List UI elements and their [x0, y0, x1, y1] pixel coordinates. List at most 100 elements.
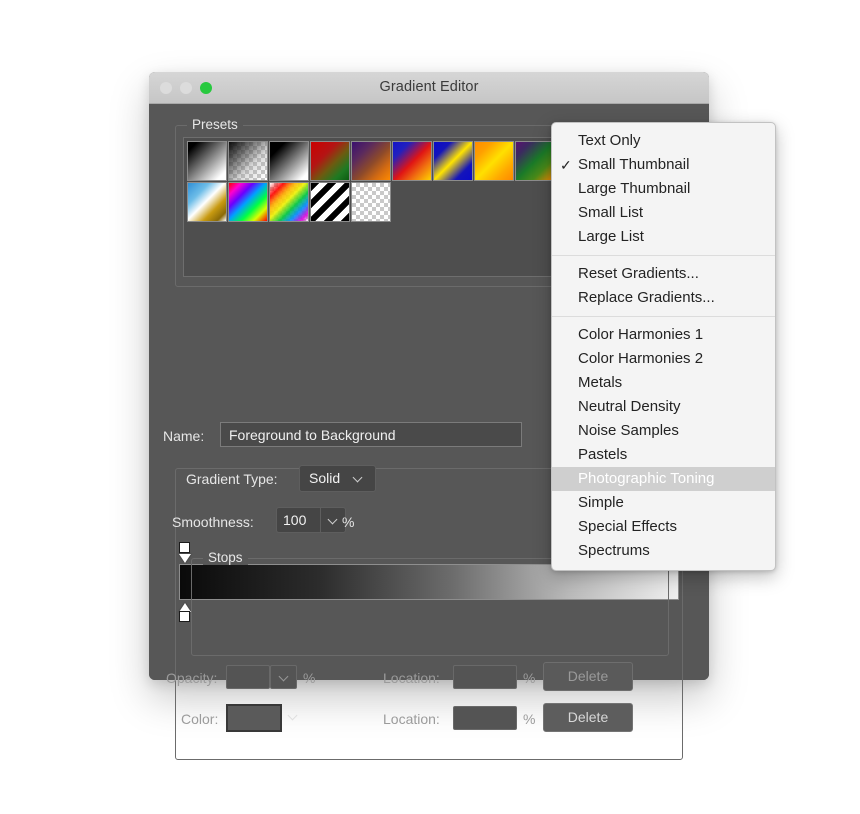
menu-item-label: Special Effects: [578, 518, 677, 535]
opacity-input[interactable]: [226, 665, 270, 689]
menu-item-label: Spectrums: [578, 542, 650, 559]
preset-gradient-fill: [229, 142, 267, 180]
preset-gradient-fill: [516, 142, 554, 180]
stops-group: Stops: [191, 550, 669, 656]
stops-label: Stops: [203, 550, 248, 565]
preset-thumbnail-orange-yellow-orange[interactable]: [474, 141, 514, 181]
preset-gradient-fill: [270, 142, 308, 180]
chevron-down-icon: [280, 673, 289, 682]
opacity-location-unit: %: [523, 670, 536, 686]
menu-item-label: Simple: [578, 494, 624, 511]
opacity-stop-handle: [179, 542, 190, 553]
menu-item-small-thumbnail[interactable]: ✓ Small Thumbnail: [552, 153, 775, 177]
opacity-location-input[interactable]: [453, 665, 517, 689]
presets-label: Presets: [187, 117, 243, 132]
preset-gradient-fill: [270, 183, 308, 221]
preset-gradient-fill: [434, 142, 472, 180]
menu-item-label: Large List: [578, 228, 644, 245]
menu-item-small-list[interactable]: Small List: [552, 201, 775, 225]
preset-thumbnail-black-white[interactable]: [269, 141, 309, 181]
color-stop-handle: [179, 611, 190, 622]
gradient-type-select[interactable]: Solid: [299, 465, 376, 492]
menu-item-photographic-toning[interactable]: Photographic Toning: [552, 467, 775, 491]
preset-gradient-fill: [311, 142, 349, 180]
menu-item-special-effects[interactable]: Special Effects: [552, 515, 775, 539]
menu-item-label: Large Thumbnail: [578, 180, 691, 197]
color-location-unit: %: [523, 711, 536, 727]
menu-item-label: Metals: [578, 374, 623, 391]
menu-item-label: Small List: [578, 204, 644, 221]
preset-gradient-fill: [475, 142, 513, 180]
menu-item-label: Color Harmonies 2: [578, 350, 704, 367]
preset-thumbnail-blue-red-yellow[interactable]: [392, 141, 432, 181]
menu-item-label: Reset Gradients...: [578, 265, 699, 282]
presets-options-menu[interactable]: Text Only ✓ Small Thumbnail Large Thumbnail…: [551, 122, 776, 571]
menu-item-label: Pastels: [578, 446, 628, 463]
preset-gradient-fill: [188, 183, 226, 221]
color-dropdown-chevron[interactable]: [287, 710, 301, 724]
screenshot-root: Gradient Editor Presets Name: Foreground…: [0, 0, 860, 814]
color-swatch[interactable]: [226, 704, 282, 732]
opacity-label: Opacity:: [166, 670, 218, 686]
preset-gradient-fill: [229, 183, 267, 221]
smoothness-unit: %: [342, 514, 355, 530]
menu-item-metals[interactable]: Metals: [552, 371, 775, 395]
menu-separator: [552, 316, 775, 317]
menu-item-label: Replace Gradients...: [578, 289, 715, 306]
preset-thumbnail-violet-orange[interactable]: [351, 141, 391, 181]
menu-item-spectrums[interactable]: Spectrums: [552, 539, 775, 563]
menu-item-text-only[interactable]: Text Only: [552, 129, 775, 153]
opacity-unit: %: [303, 670, 316, 686]
delete-color-stop-button[interactable]: Delete: [543, 703, 633, 732]
name-input[interactable]: [220, 422, 522, 447]
menu-item-replace-gradients[interactable]: Replace Gradients...: [552, 286, 775, 310]
preset-gradient-fill: [188, 142, 226, 180]
menu-item-label: Photographic Toning: [578, 470, 715, 487]
preset-thumbnail-red-green[interactable]: [310, 141, 350, 181]
menu-item-reset-gradients[interactable]: Reset Gradients...: [552, 262, 775, 286]
opacity-stepper[interactable]: [270, 665, 297, 689]
preset-thumbnail-neutral-density[interactable]: [351, 182, 391, 222]
preset-thumbnail-chrome[interactable]: [187, 182, 227, 222]
color-label: Color:: [181, 711, 219, 727]
preset-thumbnail-transparent-stripes[interactable]: [310, 182, 350, 222]
opacity-stop-arrow: [179, 554, 191, 563]
menu-item-large-list[interactable]: Large List: [552, 225, 775, 249]
menu-item-label: Noise Samples: [578, 422, 679, 439]
smoothness-label: Smoothness:: [172, 514, 254, 530]
color-stop-marker[interactable]: [178, 602, 192, 623]
preset-thumbnail-foreground-to-background[interactable]: [187, 141, 227, 181]
menu-item-label: Small Thumbnail: [578, 156, 690, 173]
menu-item-pastels[interactable]: Pastels: [552, 443, 775, 467]
color-location-input[interactable]: [453, 706, 517, 730]
menu-item-color-harmonies-1[interactable]: Color Harmonies 1: [552, 323, 775, 347]
chevron-down-icon: [289, 712, 298, 721]
menu-item-noise-samples[interactable]: Noise Samples: [552, 419, 775, 443]
menu-item-simple[interactable]: Simple: [552, 491, 775, 515]
menu-item-color-harmonies-2[interactable]: Color Harmonies 2: [552, 347, 775, 371]
chevron-down-icon: [329, 516, 338, 525]
preset-thumbnail-transparent-rainbow[interactable]: [269, 182, 309, 222]
chevron-down-icon: [354, 474, 363, 483]
preset-gradient-fill: [311, 183, 349, 221]
opacity-stop-marker[interactable]: [178, 542, 192, 563]
delete-opacity-stop-button[interactable]: Delete: [543, 662, 633, 691]
preset-thumbnail-spectrum[interactable]: [228, 182, 268, 222]
preset-gradient-fill: [352, 142, 390, 180]
name-label: Name:: [163, 428, 205, 444]
preset-thumbnail-foreground-to-transparent[interactable]: [228, 141, 268, 181]
menu-separator: [552, 255, 775, 256]
menu-item-label: Color Harmonies 1: [578, 326, 704, 343]
window-titlebar[interactable]: Gradient Editor: [149, 72, 709, 104]
menu-item-large-thumbnail[interactable]: Large Thumbnail: [552, 177, 775, 201]
preset-thumbnail-blue-yellow-blue[interactable]: [433, 141, 473, 181]
menu-item-label: Neutral Density: [578, 398, 681, 415]
preset-gradient-fill: [393, 142, 431, 180]
preset-thumbnail-violet-green-orange[interactable]: [515, 141, 555, 181]
gradient-type-label: Gradient Type:: [186, 471, 278, 487]
gradient-type-value: Solid: [309, 470, 341, 486]
preset-gradient-fill: [352, 183, 390, 221]
menu-item-neutral-density[interactable]: Neutral Density: [552, 395, 775, 419]
opacity-location-label: Location:: [383, 670, 440, 686]
smoothness-input[interactable]: [276, 507, 320, 533]
